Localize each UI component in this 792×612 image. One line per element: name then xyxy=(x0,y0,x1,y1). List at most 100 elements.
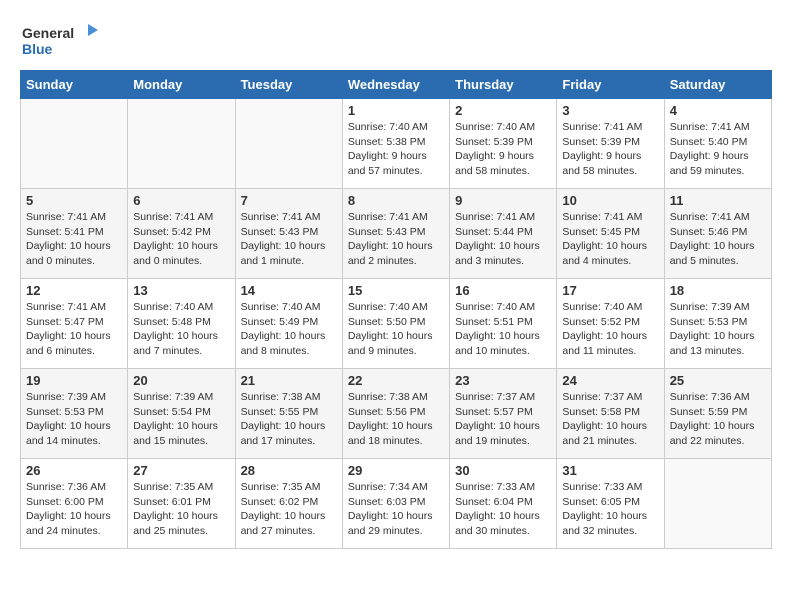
day-number: 3 xyxy=(562,103,658,118)
day-number: 23 xyxy=(455,373,551,388)
day-number: 30 xyxy=(455,463,551,478)
day-number: 13 xyxy=(133,283,229,298)
weekday-header-saturday: Saturday xyxy=(664,71,771,99)
day-number: 26 xyxy=(26,463,122,478)
day-info: Sunrise: 7:38 AM Sunset: 5:55 PM Dayligh… xyxy=(241,390,337,449)
day-info: Sunrise: 7:36 AM Sunset: 5:59 PM Dayligh… xyxy=(670,390,766,449)
weekday-header-monday: Monday xyxy=(128,71,235,99)
calendar-cell: 22 Sunrise: 7:38 AM Sunset: 5:56 PM Dayli… xyxy=(342,369,449,459)
calendar-cell: 7 Sunrise: 7:41 AM Sunset: 5:43 PM Daylig… xyxy=(235,189,342,279)
weekday-header-friday: Friday xyxy=(557,71,664,99)
day-info: Sunrise: 7:41 AM Sunset: 5:44 PM Dayligh… xyxy=(455,210,551,269)
logo-icon: GeneralBlue xyxy=(20,20,100,60)
day-number: 25 xyxy=(670,373,766,388)
calendar-cell: 20 Sunrise: 7:39 AM Sunset: 5:54 PM Dayli… xyxy=(128,369,235,459)
day-info: Sunrise: 7:41 AM Sunset: 5:46 PM Dayligh… xyxy=(670,210,766,269)
calendar-cell: 29 Sunrise: 7:34 AM Sunset: 6:03 PM Dayli… xyxy=(342,459,449,549)
day-info: Sunrise: 7:41 AM Sunset: 5:39 PM Dayligh… xyxy=(562,120,658,179)
week-row-4: 19Sunrise: 7:39 AM Sunset: 5:53 PM Dayli… xyxy=(21,369,772,459)
calendar-cell: 28 Sunrise: 7:35 AM Sunset: 6:02 PM Dayli… xyxy=(235,459,342,549)
day-info: Sunrise: 7:37 AM Sunset: 5:58 PM Dayligh… xyxy=(562,390,658,449)
calendar-cell: 30 Sunrise: 7:33 AM Sunset: 6:04 PM Dayli… xyxy=(450,459,557,549)
day-number: 31 xyxy=(562,463,658,478)
calendar-cell: 6Sunrise: 7:41 AM Sunset: 5:42 PM Daylig… xyxy=(128,189,235,279)
calendar-cell: 23Sunrise: 7:37 AM Sunset: 5:57 PM Dayli… xyxy=(450,369,557,459)
svg-text:General: General xyxy=(22,25,74,41)
calendar-cell xyxy=(21,99,128,189)
day-number: 28 xyxy=(241,463,337,478)
day-info: Sunrise: 7:36 AM Sunset: 6:00 PM Dayligh… xyxy=(26,480,122,539)
day-number: 24 xyxy=(562,373,658,388)
day-info: Sunrise: 7:34 AM Sunset: 6:03 PM Dayligh… xyxy=(348,480,444,539)
svg-text:Blue: Blue xyxy=(22,41,53,57)
day-info: Sunrise: 7:33 AM Sunset: 6:05 PM Dayligh… xyxy=(562,480,658,539)
day-number: 2 xyxy=(455,103,551,118)
calendar-cell: 10 Sunrise: 7:41 AM Sunset: 5:45 PM Dayli… xyxy=(557,189,664,279)
day-info: Sunrise: 7:39 AM Sunset: 5:53 PM Dayligh… xyxy=(670,300,766,359)
weekday-header-wednesday: Wednesday xyxy=(342,71,449,99)
day-number: 10 xyxy=(562,193,658,208)
day-info: Sunrise: 7:39 AM Sunset: 5:53 PM Dayligh… xyxy=(26,390,122,449)
weekday-header-thursday: Thursday xyxy=(450,71,557,99)
weekday-header-row: SundayMondayTuesdayWednesdayThursdayFrid… xyxy=(21,71,772,99)
day-info: Sunrise: 7:40 AM Sunset: 5:51 PM Dayligh… xyxy=(455,300,551,359)
calendar-cell: 3 Sunrise: 7:41 AM Sunset: 5:39 PM Daylig… xyxy=(557,99,664,189)
calendar-cell: 19Sunrise: 7:39 AM Sunset: 5:53 PM Dayli… xyxy=(21,369,128,459)
day-number: 15 xyxy=(348,283,444,298)
day-number: 18 xyxy=(670,283,766,298)
day-info: Sunrise: 7:41 AM Sunset: 5:47 PM Dayligh… xyxy=(26,300,122,359)
day-number: 11 xyxy=(670,193,766,208)
day-number: 20 xyxy=(133,373,229,388)
day-info: Sunrise: 7:39 AM Sunset: 5:54 PM Dayligh… xyxy=(133,390,229,449)
day-info: Sunrise: 7:41 AM Sunset: 5:42 PM Dayligh… xyxy=(133,210,229,269)
day-info: Sunrise: 7:41 AM Sunset: 5:43 PM Dayligh… xyxy=(348,210,444,269)
calendar-cell: 18 Sunrise: 7:39 AM Sunset: 5:53 PM Dayli… xyxy=(664,279,771,369)
day-number: 12 xyxy=(26,283,122,298)
day-number: 8 xyxy=(348,193,444,208)
day-info: Sunrise: 7:40 AM Sunset: 5:39 PM Dayligh… xyxy=(455,120,551,179)
day-number: 1 xyxy=(348,103,444,118)
day-number: 22 xyxy=(348,373,444,388)
day-number: 21 xyxy=(241,373,337,388)
day-info: Sunrise: 7:40 AM Sunset: 5:48 PM Dayligh… xyxy=(133,300,229,359)
day-info: Sunrise: 7:41 AM Sunset: 5:45 PM Dayligh… xyxy=(562,210,658,269)
calendar-cell: 8 Sunrise: 7:41 AM Sunset: 5:43 PM Daylig… xyxy=(342,189,449,279)
calendar-cell: 26 Sunrise: 7:36 AM Sunset: 6:00 PM Dayli… xyxy=(21,459,128,549)
calendar-table: SundayMondayTuesdayWednesdayThursdayFrid… xyxy=(20,70,772,549)
day-info: Sunrise: 7:33 AM Sunset: 6:04 PM Dayligh… xyxy=(455,480,551,539)
day-number: 5 xyxy=(26,193,122,208)
calendar-cell: 16Sunrise: 7:40 AM Sunset: 5:51 PM Dayli… xyxy=(450,279,557,369)
day-info: Sunrise: 7:41 AM Sunset: 5:41 PM Dayligh… xyxy=(26,210,122,269)
calendar-cell: 11 Sunrise: 7:41 AM Sunset: 5:46 PM Dayli… xyxy=(664,189,771,279)
day-info: Sunrise: 7:38 AM Sunset: 5:56 PM Dayligh… xyxy=(348,390,444,449)
calendar-cell xyxy=(664,459,771,549)
day-number: 14 xyxy=(241,283,337,298)
day-info: Sunrise: 7:40 AM Sunset: 5:38 PM Dayligh… xyxy=(348,120,444,179)
calendar-cell: 13 Sunrise: 7:40 AM Sunset: 5:48 PM Dayli… xyxy=(128,279,235,369)
day-info: Sunrise: 7:40 AM Sunset: 5:50 PM Dayligh… xyxy=(348,300,444,359)
day-info: Sunrise: 7:40 AM Sunset: 5:52 PM Dayligh… xyxy=(562,300,658,359)
calendar-cell xyxy=(128,99,235,189)
logo: GeneralBlue xyxy=(20,20,100,60)
calendar-cell: 1 Sunrise: 7:40 AM Sunset: 5:38 PM Daylig… xyxy=(342,99,449,189)
page-header: GeneralBlue xyxy=(20,20,772,60)
week-row-3: 12 Sunrise: 7:41 AM Sunset: 5:47 PM Dayli… xyxy=(21,279,772,369)
day-number: 29 xyxy=(348,463,444,478)
calendar-cell: 9Sunrise: 7:41 AM Sunset: 5:44 PM Daylig… xyxy=(450,189,557,279)
calendar-cell: 31 Sunrise: 7:33 AM Sunset: 6:05 PM Dayli… xyxy=(557,459,664,549)
calendar-cell: 14Sunrise: 7:40 AM Sunset: 5:49 PM Dayli… xyxy=(235,279,342,369)
day-info: Sunrise: 7:35 AM Sunset: 6:01 PM Dayligh… xyxy=(133,480,229,539)
day-info: Sunrise: 7:41 AM Sunset: 5:43 PM Dayligh… xyxy=(241,210,337,269)
calendar-cell: 12 Sunrise: 7:41 AM Sunset: 5:47 PM Dayli… xyxy=(21,279,128,369)
calendar-cell: 5 Sunrise: 7:41 AM Sunset: 5:41 PM Daylig… xyxy=(21,189,128,279)
day-info: Sunrise: 7:35 AM Sunset: 6:02 PM Dayligh… xyxy=(241,480,337,539)
day-number: 7 xyxy=(241,193,337,208)
calendar-cell: 27Sunrise: 7:35 AM Sunset: 6:01 PM Dayli… xyxy=(128,459,235,549)
calendar-cell: 15 Sunrise: 7:40 AM Sunset: 5:50 PM Dayli… xyxy=(342,279,449,369)
calendar-cell xyxy=(235,99,342,189)
calendar-cell: 25 Sunrise: 7:36 AM Sunset: 5:59 PM Dayli… xyxy=(664,369,771,459)
week-row-1: 1 Sunrise: 7:40 AM Sunset: 5:38 PM Daylig… xyxy=(21,99,772,189)
day-number: 17 xyxy=(562,283,658,298)
calendar-cell: 17 Sunrise: 7:40 AM Sunset: 5:52 PM Dayli… xyxy=(557,279,664,369)
weekday-header-tuesday: Tuesday xyxy=(235,71,342,99)
